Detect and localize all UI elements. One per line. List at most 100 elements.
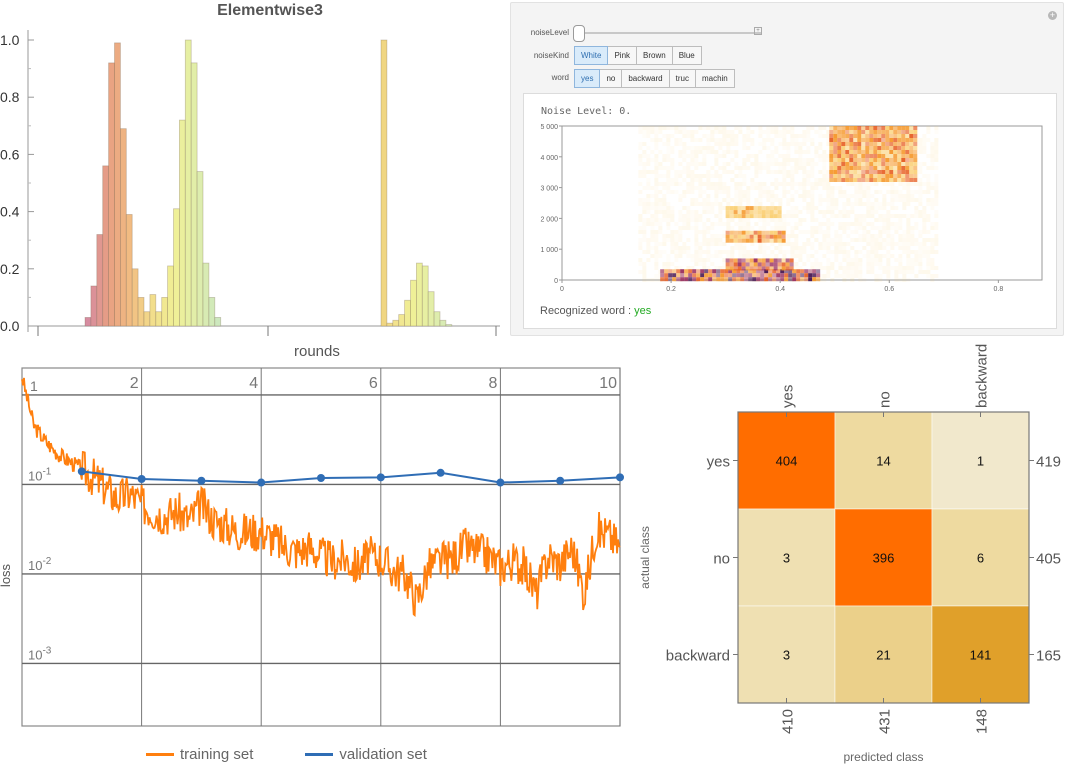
spectrogram-cell: [733, 262, 738, 267]
noise-level-slider-thumb[interactable]: [573, 25, 585, 42]
spectrogram-cell: [758, 190, 763, 194]
spectrogram-cell: [690, 186, 695, 190]
spectrogram-cell: [882, 194, 887, 198]
spectrogram-cell: [853, 166, 858, 170]
spectrogram-cell: [762, 146, 767, 150]
spectrogram-cell: [654, 202, 659, 206]
spectrogram-cell: [849, 170, 854, 174]
spectrogram-cell: [798, 250, 803, 254]
spectrogram-cell: [837, 134, 842, 138]
spectrogram-cell: [798, 258, 803, 262]
spectrogram-cell: [765, 238, 770, 243]
spectrogram-cell: [870, 258, 875, 262]
spectrogram-cell: [926, 190, 931, 194]
spectrogram-cell: [906, 250, 911, 254]
spectrogram-cell: [930, 166, 935, 170]
spectrogram-cell: [788, 273, 793, 278]
spectrogram-cell: [774, 254, 779, 258]
word-machin[interactable]: machin: [694, 69, 735, 88]
spectrogram-cell: [638, 182, 643, 186]
spectrogram-cell: [806, 202, 811, 206]
spectrogram-cell: [802, 174, 807, 178]
word-truc[interactable]: truc: [668, 69, 696, 88]
spectrogram-cell: [777, 238, 782, 243]
spectrogram-cell: [650, 234, 655, 238]
validation-point: [556, 476, 565, 485]
noise-kind-blue[interactable]: Blue: [671, 46, 702, 65]
word-yes[interactable]: yes: [574, 69, 601, 88]
spectrogram-cell: [794, 206, 799, 210]
spectrogram-cell: [857, 178, 862, 182]
spectrogram-cell: [894, 242, 899, 246]
spectrogram-cell: [905, 138, 910, 142]
spectrogram-cell: [810, 230, 815, 234]
panel-options-icon[interactable]: +: [1048, 11, 1057, 20]
histogram-bar: [214, 317, 222, 327]
spectrogram-cell: [658, 242, 663, 246]
spectrogram-cell: [762, 142, 767, 146]
spectrogram-cell: [930, 262, 935, 266]
spectrogram-cell: [885, 150, 890, 154]
spectrogram-cell: [761, 206, 766, 211]
spectrogram-cell: [930, 278, 935, 282]
spectrogram-cell: [682, 146, 687, 150]
spectrogram-cell: [646, 162, 651, 166]
predicted-class-label: backward: [974, 344, 991, 408]
noise-kind-brown[interactable]: Brown: [636, 46, 673, 65]
word-no[interactable]: no: [599, 69, 623, 88]
spectrogram-cell: [768, 277, 773, 282]
spectrogram-cell: [918, 258, 923, 262]
spectrogram-cell: [913, 150, 918, 154]
histogram-bar: [143, 311, 151, 327]
spectrogram-cell: [765, 230, 770, 235]
spectrogram-cell: [858, 274, 863, 278]
spectrogram-cell: [757, 214, 762, 219]
spectrogram-cell: [853, 130, 858, 134]
spectrogram-cell: [686, 166, 691, 170]
spectrogram-cell: [886, 210, 891, 214]
noise-level-slider[interactable]: [581, 32, 761, 34]
spectrogram-cell: [830, 238, 835, 242]
spectrogram-cell: [890, 186, 895, 190]
spectrogram-cell: [770, 126, 775, 130]
matrix-cell-value: 21: [876, 648, 890, 663]
spectrogram-cell: [861, 138, 866, 142]
spectrogram-cell: [720, 277, 725, 282]
noise-kind-pink[interactable]: Pink: [607, 46, 638, 65]
spectrogram-cell: [829, 142, 834, 146]
spectrogram-cell: [748, 273, 753, 278]
spectrogram-cell: [718, 254, 723, 258]
spectrogram-cell: [838, 246, 843, 250]
spectrogram-cell: [862, 234, 867, 238]
spectrogram-cell: [638, 218, 643, 222]
spectrogram-cell: [716, 277, 721, 282]
spectrogram-cell: [726, 190, 731, 194]
spectrogram-cell: [857, 162, 862, 166]
noise-kind-white[interactable]: White: [574, 46, 609, 65]
spectrogram-cell: [798, 142, 803, 146]
spectrogram-cell: [810, 186, 815, 190]
histogram-bar: [445, 324, 453, 327]
slider-expand-icon[interactable]: +: [754, 27, 762, 35]
spectrogram-cell: [702, 158, 707, 162]
spectrogram-cell: [722, 142, 727, 146]
spectrogram-cell: [750, 186, 755, 190]
spectrogram-cell: [666, 234, 671, 238]
spectrogram-cell: [714, 126, 719, 130]
spectrogram-cell: [918, 270, 923, 274]
spectrogram-cell: [857, 166, 862, 170]
spectrogram-cell: [792, 277, 797, 282]
spectrogram-cell: [658, 210, 663, 214]
spectrogram-cell: [742, 138, 747, 142]
spectrogram-cell: [778, 198, 783, 202]
word-backward[interactable]: backward: [621, 69, 670, 88]
spectrogram-cell: [778, 170, 783, 174]
spectrogram-cell: [761, 234, 766, 239]
histogram-bar: [173, 208, 180, 327]
spectrogram-cell: [901, 162, 906, 166]
spectrogram-cell: [702, 238, 707, 242]
spectrogram-cell: [664, 273, 669, 278]
spectrogram-cell: [910, 182, 915, 186]
x-tick-label: 4: [249, 375, 258, 392]
spectrogram-cell: [726, 150, 731, 154]
